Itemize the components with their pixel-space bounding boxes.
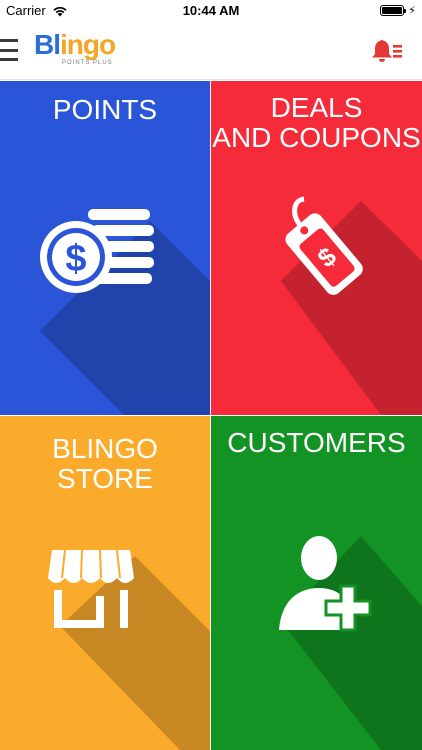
storefront-awning-icon <box>48 549 134 628</box>
battery-icon <box>380 5 407 16</box>
blingo-logo: Blingo POINTS PLUS <box>34 30 126 72</box>
tile-title: DEALS AND COUPONS <box>212 92 421 153</box>
charging-icon: ⚡ <box>408 5 416 17</box>
hamburger-menu-icon[interactable] <box>0 39 20 61</box>
bell-list-icon <box>372 39 402 62</box>
logo-tagline: POINTS PLUS <box>62 60 113 66</box>
battery-indicator: ⚡ <box>380 4 416 17</box>
tile-title: CUSTOMERS <box>227 427 406 458</box>
add-user-icon <box>279 536 372 632</box>
notification-button[interactable] <box>370 38 404 64</box>
status-time: 10:44 AM <box>182 3 240 18</box>
status-bar: Carrier 10:44 AM ⚡ <box>0 0 422 22</box>
tile-title: BLINGO STORE <box>52 433 158 494</box>
logo-wordmark: Blingo <box>34 29 116 60</box>
tile-deals-and-coupons[interactable]: DEALS AND COUPONS $ <box>211 81 422 415</box>
svg-text:$: $ <box>65 238 86 280</box>
tile-customers[interactable]: CUSTOMERS <box>211 416 422 750</box>
tile-blingo-store[interactable]: BLINGO STORE <box>0 416 210 750</box>
tile-title: POINTS <box>52 94 158 125</box>
tile-points[interactable]: POINTS $ <box>0 81 210 415</box>
coins-dollar-icon: $ <box>40 209 154 293</box>
price-tag-icon: $ <box>285 196 363 295</box>
nav-bar: Blingo POINTS PLUS <box>0 22 422 80</box>
